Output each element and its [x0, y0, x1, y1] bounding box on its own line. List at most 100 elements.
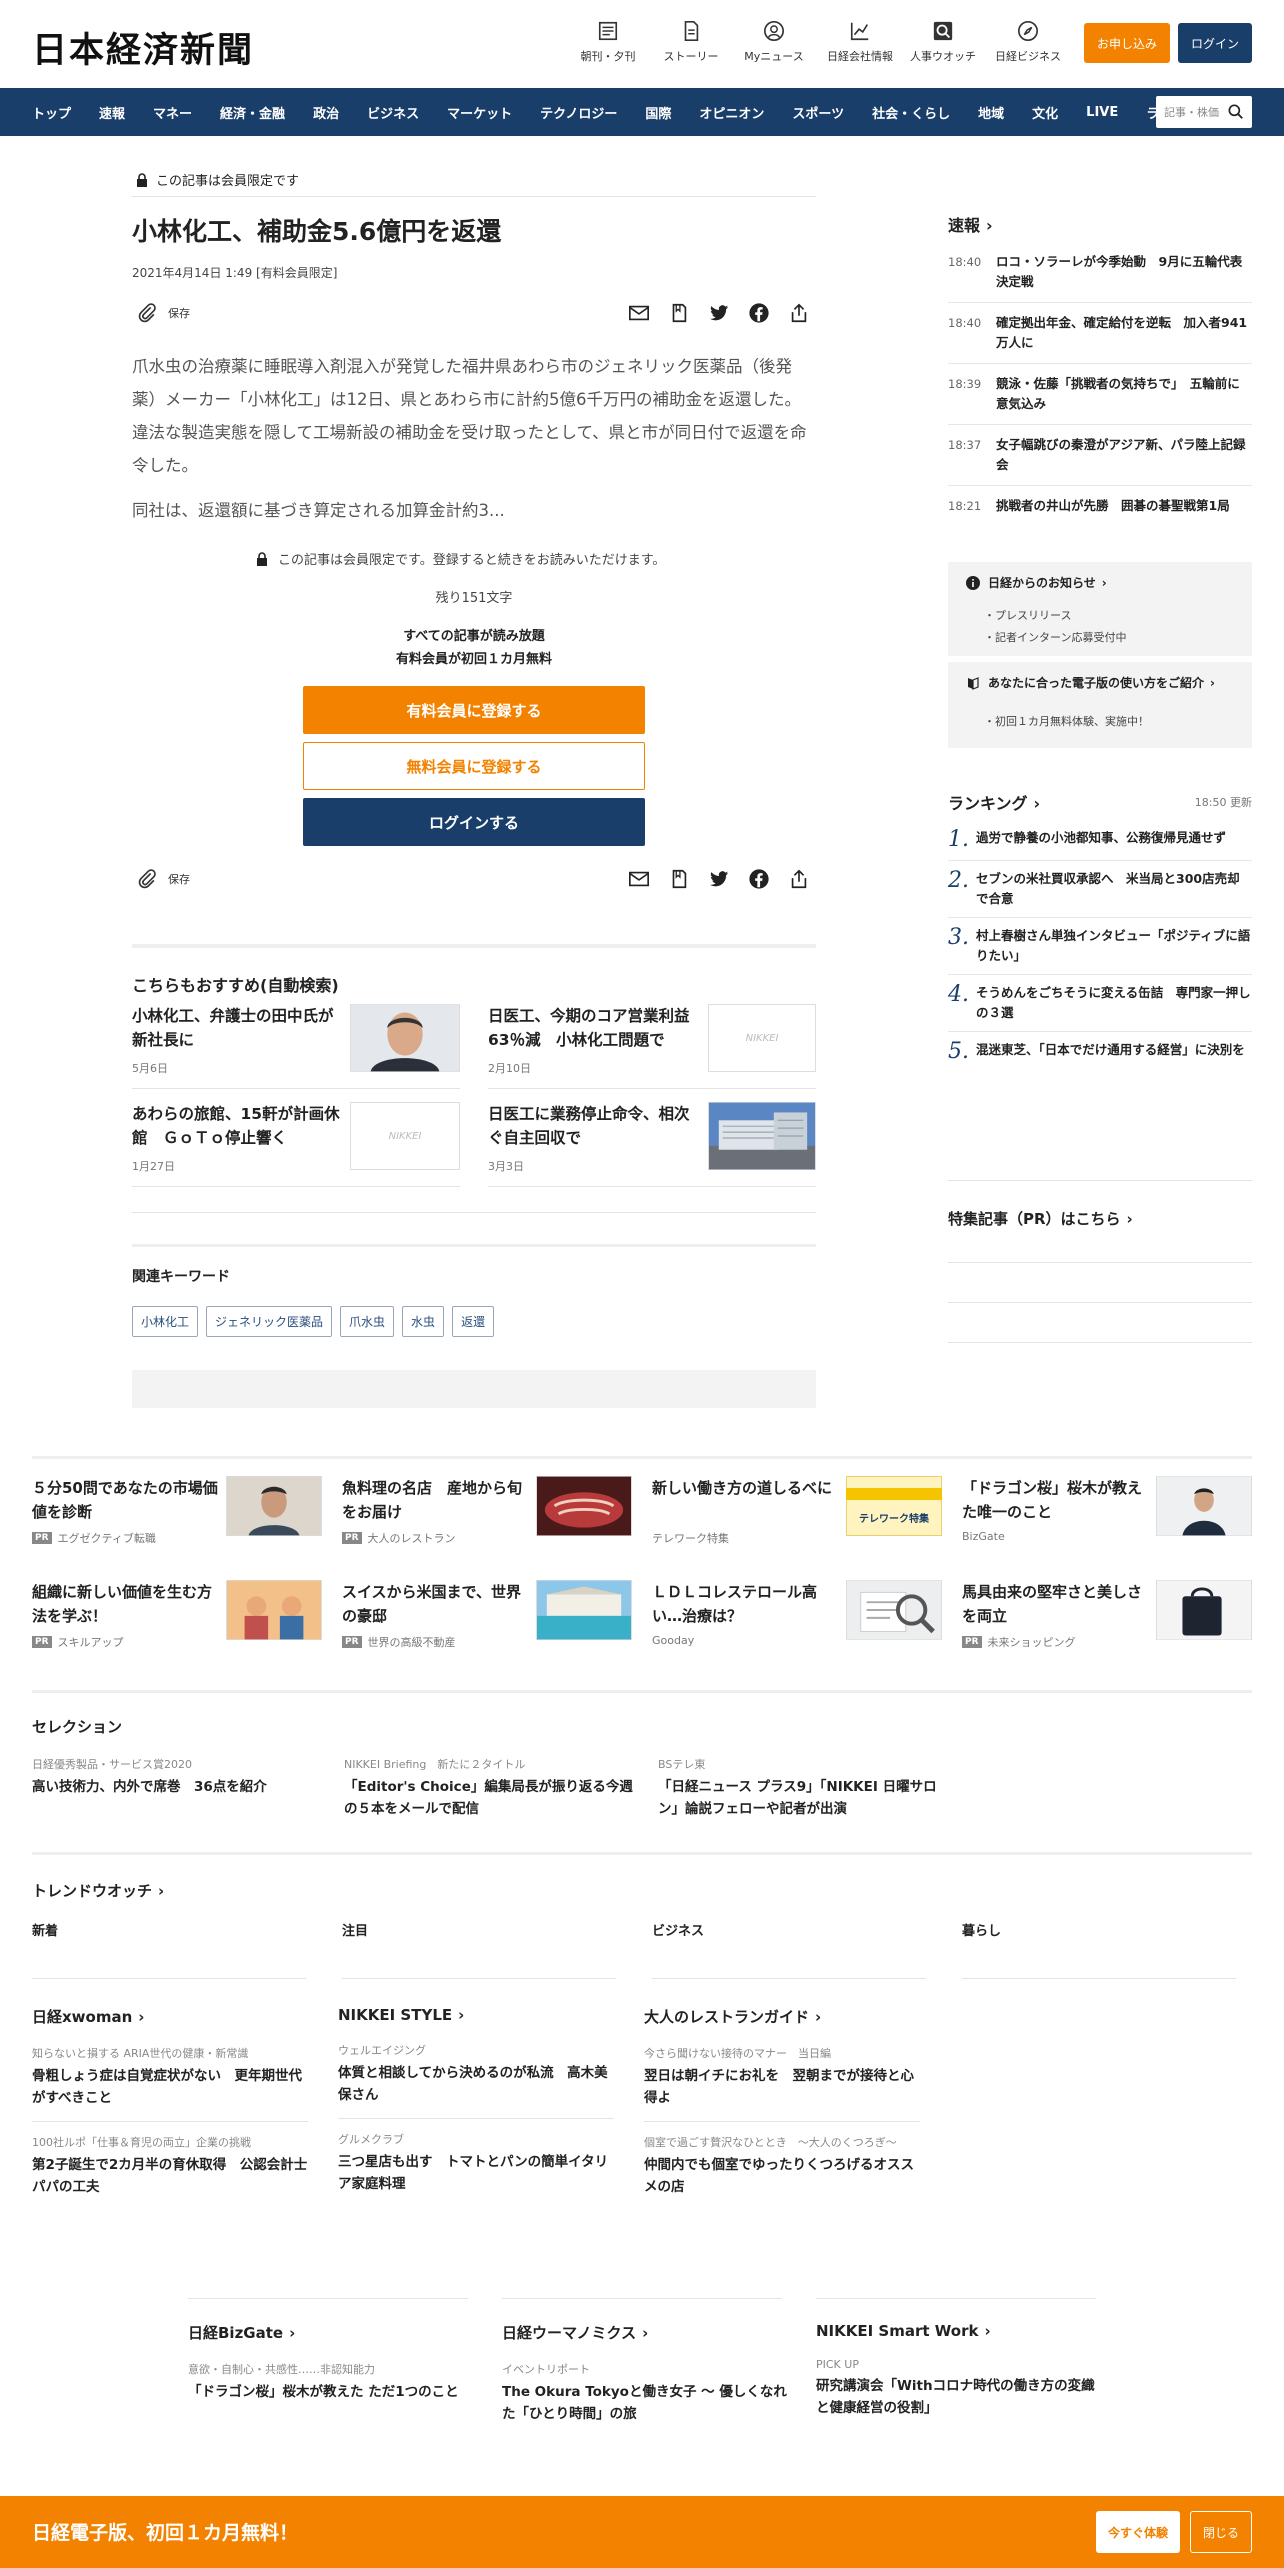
nav-item-society[interactable]: 社会・くらし	[872, 103, 950, 122]
recommend-item[interactable]: 小林化工、弁護士の田中氏が新社長に 5月6日	[132, 1004, 460, 1094]
promo-item[interactable]: ＬＤＬコレステロール高い…治療は？ Gooday	[652, 1580, 942, 1660]
article-login-button[interactable]: ログインする	[303, 798, 645, 846]
try-now-button[interactable]: 今すぐ体験	[1096, 2511, 1180, 2553]
media-title[interactable]: NIKKEI STYLE	[338, 2006, 614, 2024]
breaking-news-item[interactable]: 18:21 挑戦者の井山が先勝 囲碁の碁聖戦第1局	[948, 486, 1252, 526]
nav-my-news[interactable]: Myニュース	[734, 20, 814, 64]
nav-item-live[interactable]: LIVE	[1086, 105, 1118, 120]
nav-personnel-watch[interactable]: 人事ウオッチ	[903, 20, 983, 64]
selection-item[interactable]: BSテレ東 「日経ニュース プラス9」「NIKKEI 日曜サロン」論説フェローや…	[658, 1756, 948, 1820]
nav-item-international[interactable]: 国際	[645, 103, 671, 122]
media-title[interactable]: NIKKEI Smart Work	[816, 2322, 1106, 2340]
keyword-tag[interactable]: 爪水虫	[340, 1306, 395, 1337]
nav-item-economy[interactable]: 経済・金融	[220, 103, 285, 122]
promo-item[interactable]: 馬具由来の堅牢さと美しさを両立 PR 未来ショッピング	[962, 1580, 1252, 1660]
media-item[interactable]: 今さら聞けない接待のマナー 当日編 翌日は朝イチにお礼を 翌朝までが接待と心得よ	[644, 2045, 920, 2109]
media-title[interactable]: 日経xwoman	[32, 2006, 308, 2027]
promo-item[interactable]: 新しい働き方の道しるべに テレワーク特集 テレワーク特集	[652, 1476, 942, 1556]
search-input[interactable]: 記事・株価	[1156, 96, 1252, 128]
nav-company-info[interactable]: 日経会社情報	[820, 20, 900, 64]
site-logo[interactable]: 日本経済新聞	[32, 22, 254, 73]
mail-icon[interactable]	[628, 302, 650, 324]
media-item[interactable]: 知らないと損する ARIA世代の健康・新常識 骨粗しょう症は自覚症状がない 更年期…	[32, 2045, 308, 2109]
nav-morning-evening[interactable]: 朝刊・夕刊	[568, 20, 648, 64]
login-button[interactable]: ログイン	[1178, 23, 1252, 63]
keyword-tag[interactable]: 返還	[452, 1306, 495, 1337]
keyword-tag[interactable]: 小林化工	[132, 1306, 199, 1337]
selection-item[interactable]: NIKKEI Briefing 新たに２タイトル 「Editor's Choic…	[344, 1756, 634, 1820]
media-item[interactable]: 100社ルポ「仕事＆育児の両立」企業の挑戦 第2子誕生で2カ月半の育休取得 公認会…	[32, 2134, 308, 2198]
guide-title-row[interactable]: あなたに合った電子版の使い方をご紹介	[966, 674, 1234, 691]
recommend-item[interactable]: 日医工、今期のコア営業利益63％減 小林化工問題で 2月10日 NIKKEI	[488, 1004, 816, 1094]
register-paid-button[interactable]: 有料会員に登録する	[303, 686, 645, 734]
promo-item[interactable]: スイスから米国まで、世界の豪邸 PR 世界の高級不動産	[342, 1580, 632, 1660]
bookmark-icon[interactable]	[668, 302, 690, 324]
nav-item-region[interactable]: 地域	[978, 103, 1004, 122]
nav-item-technology[interactable]: テクノロジー	[540, 103, 617, 122]
share-icon[interactable]	[788, 868, 810, 890]
ranking-item[interactable]: 3. 村上春樹さん単独インタビュー「ポジティブに語りたい」	[948, 918, 1252, 975]
recommend-item[interactable]: 日医工に業務停止命令、相次ぐ自主回収で 3月3日	[488, 1102, 816, 1192]
nav-item-politics[interactable]: 政治	[313, 103, 339, 122]
facebook-icon[interactable]	[748, 302, 770, 324]
save-button[interactable]: 保存	[136, 868, 190, 890]
nav-item-culture[interactable]: 文化	[1032, 103, 1058, 122]
nav-item-business[interactable]: ビジネス	[367, 103, 419, 122]
twitter-icon[interactable]	[708, 868, 730, 890]
nav-item-money[interactable]: マネー	[153, 103, 192, 122]
trend-tab-business[interactable]: ビジネス	[652, 1920, 704, 1939]
breaking-news-item[interactable]: 18:40 確定拠出年金、確定給付を逆転 加入者941万人に	[948, 303, 1252, 364]
save-button[interactable]: 保存	[136, 302, 190, 324]
nav-item-market[interactable]: マーケット	[447, 103, 512, 122]
media-title[interactable]: 日経BizGate	[188, 2322, 478, 2343]
keyword-tag[interactable]: ジェネリック医薬品	[206, 1306, 333, 1337]
close-banner-button[interactable]: 閉じる	[1190, 2511, 1252, 2553]
media-item[interactable]: ウェルエイジング 体質と相談してから決めるのが私流 高木美保さん	[338, 2042, 614, 2106]
nav-item-sports[interactable]: スポーツ	[792, 103, 844, 122]
breaking-news-item[interactable]: 18:40 ロコ・ソラーレが今季始動 9月に五輪代表決定戦	[948, 242, 1252, 303]
trend-tab-new[interactable]: 新着	[32, 1920, 58, 1939]
recommend-item[interactable]: あわらの旅館、15軒が計画休館 ＧｏＴｏ停止響く 1月27日 NIKKEI	[132, 1102, 460, 1192]
promo-item[interactable]: 「ドラゴン桜」桜木が教えた唯一のこと BizGate	[962, 1476, 1252, 1556]
nav-item-opinion[interactable]: オピニオン	[699, 103, 764, 122]
search-icon[interactable]	[1226, 102, 1246, 122]
nav-story[interactable]: ストーリー	[651, 20, 731, 64]
ranking-item[interactable]: 1. 過労で静養の小池都知事、公務復帰見通せず	[948, 820, 1252, 861]
notice-title-row[interactable]: 日経からのお知らせ	[966, 574, 1234, 591]
nav-item-breaking[interactable]: 速報	[99, 103, 125, 122]
trend-tab-life[interactable]: 暮らし	[962, 1920, 1001, 1939]
trend-watch-title[interactable]: トレンドウオッチ	[32, 1880, 164, 1901]
promo-item[interactable]: 魚料理の名店 産地から旬をお届け PR 大人のレストラン	[342, 1476, 632, 1556]
twitter-icon[interactable]	[708, 302, 730, 324]
ranking-item[interactable]: 5. 混迷東芝、「日本でだけ通用する経営」に決別を	[948, 1032, 1252, 1072]
feature-pr-title[interactable]: 特集記事（PR）はこちら	[948, 1210, 1133, 1228]
notice-item[interactable]: ・プレスリリース	[984, 605, 1234, 627]
ranking-item[interactable]: 2. セブンの米社買収承認へ 米当局と300店売却で合意	[948, 861, 1252, 918]
subscribe-button[interactable]: お申し込み	[1084, 23, 1170, 63]
mail-icon[interactable]	[628, 868, 650, 890]
trend-tab-popular[interactable]: 注目	[342, 1920, 368, 1939]
media-title[interactable]: 日経ウーマノミクス	[502, 2322, 792, 2343]
notice-item[interactable]: ・記者インターン応募受付中	[984, 627, 1234, 649]
ranking-title[interactable]: ランキング	[948, 790, 1040, 814]
promo-item[interactable]: ５分50問であなたの市場価値を診断 PR エグゼクティブ転職	[32, 1476, 322, 1556]
nav-item-top[interactable]: トップ	[32, 103, 71, 122]
media-item[interactable]: 個室で過ごす贅沢なひととき ～大人のくつろぎ～ 仲間内でも個室でゆったりくつろげる…	[644, 2134, 920, 2198]
media-womanomics[interactable]: 日経ウーマノミクス イベントリポート The Okura Tokyoと働き女子 …	[502, 2322, 792, 2425]
breaking-news-item[interactable]: 18:39 競泳・佐藤「挑戦者の気持ちで」 五輪前に意気込み	[948, 364, 1252, 425]
media-title[interactable]: 大人のレストランガイド	[644, 2006, 920, 2027]
ranking-item[interactable]: 4. そうめんをごちそうに変える缶詰 専門家一押しの３選	[948, 975, 1252, 1032]
facebook-icon[interactable]	[748, 868, 770, 890]
breaking-news-title[interactable]: 速報	[948, 212, 1252, 236]
promo-item[interactable]: 組織に新しい価値を生む方法を学ぶ！ PR スキルアップ	[32, 1580, 322, 1660]
media-bizgate[interactable]: 日経BizGate 意欲・自制心・共感性……非認知能力 「ドラゴン桜」桜木が教え…	[188, 2322, 478, 2403]
guide-item[interactable]: ・初回１カ月無料体験、実施中！	[966, 713, 1234, 729]
register-free-button[interactable]: 無料会員に登録する	[303, 742, 645, 790]
breaking-news-item[interactable]: 18:37 女子幅跳びの秦澄がアジア新、パラ陸上記録会	[948, 425, 1252, 486]
media-smart-work[interactable]: NIKKEI Smart Work PICK UP 研究講演会「Withコロナ時…	[816, 2322, 1106, 2419]
media-item[interactable]: グルメクラブ 三つ星店も出す トマトとパンの簡単イタリア家庭料理	[338, 2131, 614, 2195]
nav-nikkei-business[interactable]: 日経ビジネス	[988, 20, 1068, 64]
share-icon[interactable]	[788, 302, 810, 324]
bookmark-icon[interactable]	[668, 868, 690, 890]
keyword-tag[interactable]: 水虫	[402, 1306, 445, 1337]
